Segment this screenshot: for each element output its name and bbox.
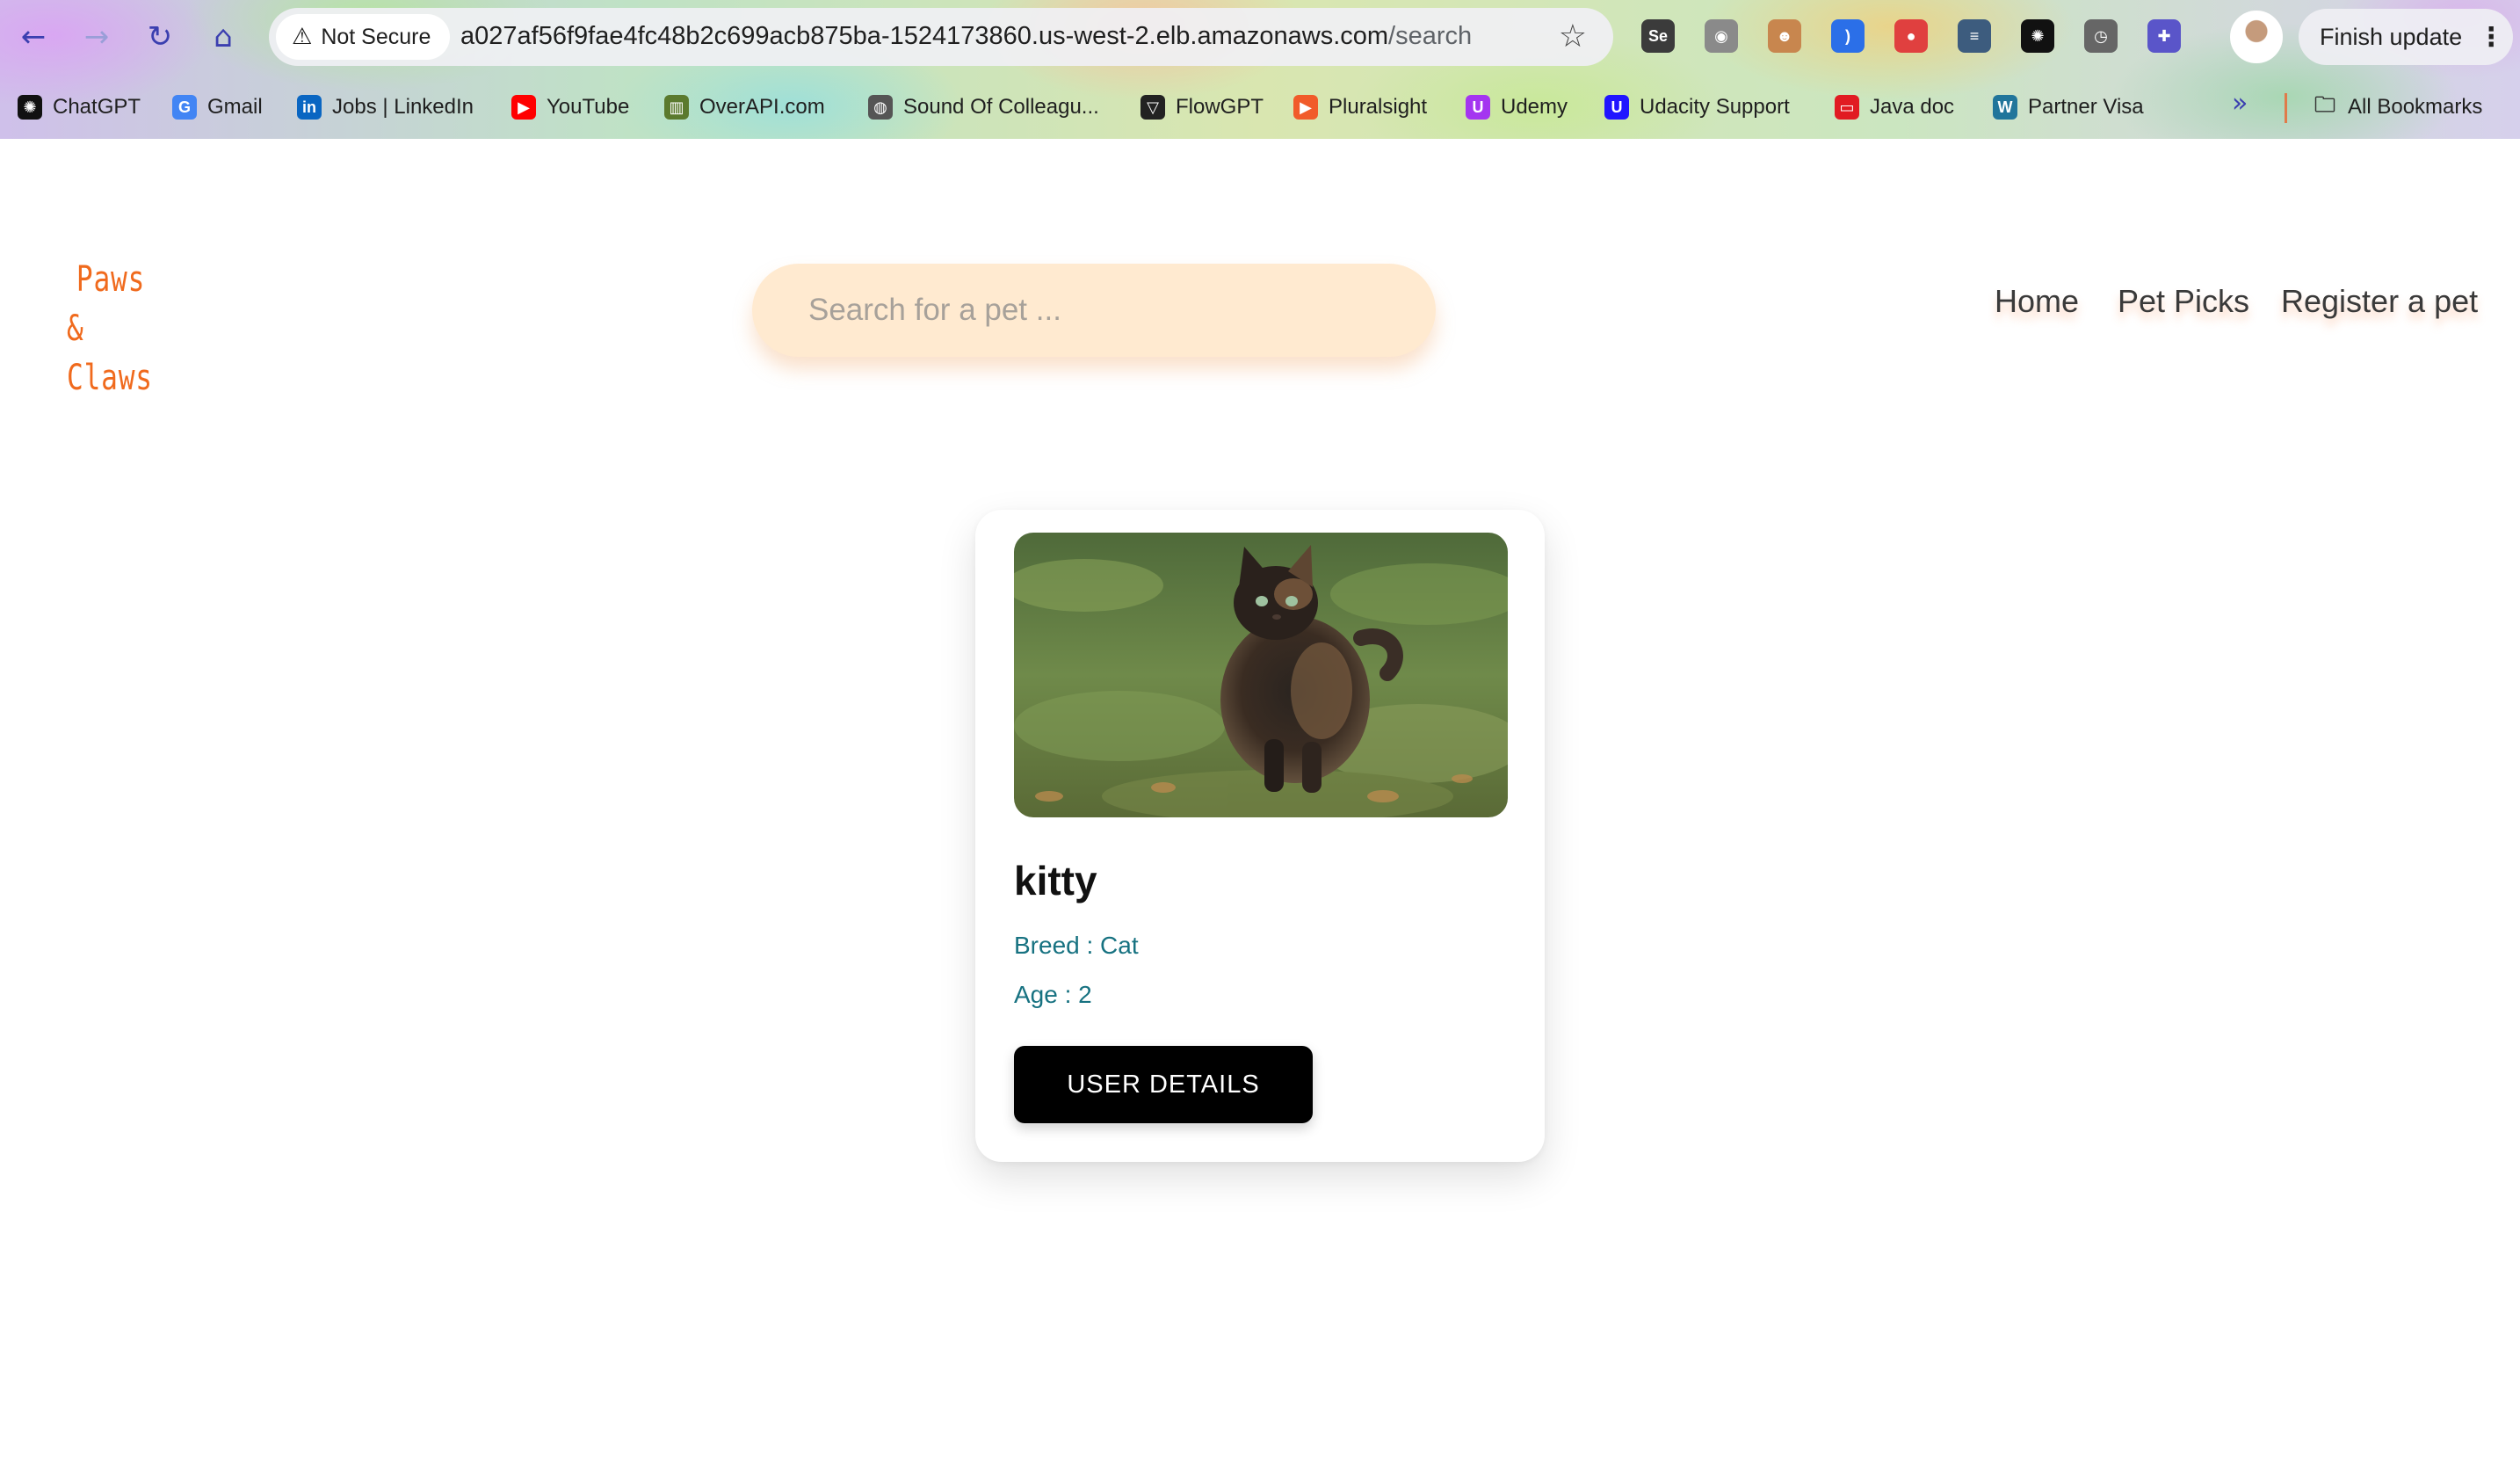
- bookmark-label: Gmail: [207, 95, 263, 119]
- youtube-icon: ▶: [511, 95, 536, 120]
- pet-card: kitty Breed : Cat Age : 2 USER DETAILS: [975, 510, 1545, 1162]
- pluralsight-icon: ▶: [1293, 95, 1318, 120]
- more-bookmarks-icon[interactable]: »: [2232, 88, 2248, 119]
- bookmarks-bar: ✺ ChatGPT G Gmail in Jobs | LinkedIn ▶ YouTube ▥…: [0, 79, 2520, 134]
- bookmark-item[interactable]: ▶ YouTube: [511, 91, 629, 123]
- address-bar[interactable]: ⚠ Not Secure a027af56f9fae4fc48b2c699acb…: [269, 8, 1613, 66]
- udacity-icon: U: [1604, 95, 1629, 120]
- bookmark-label: Java doc: [1870, 95, 1955, 119]
- user-details-button[interactable]: USER DETAILS: [1014, 1046, 1313, 1123]
- warning-icon: ⚠: [292, 24, 313, 50]
- bookmark-item[interactable]: W Partner Visa: [1993, 91, 2144, 123]
- bookmark-label: ChatGPT: [53, 95, 141, 119]
- nav-home-link[interactable]: Home: [1995, 283, 2079, 320]
- bookmark-label: Udemy: [1501, 95, 1568, 119]
- browser-chrome: ← → ↻ ⌂ ⚠ Not Secure a027af56f9fae4fc48b…: [0, 0, 2520, 139]
- bookmark-item[interactable]: U Udacity Support: [1604, 91, 1790, 123]
- bookmark-item[interactable]: ◍ Sound Of Colleagu...: [868, 91, 1099, 123]
- nav-pet-picks-link[interactable]: Pet Picks: [2118, 283, 2249, 320]
- bookmarks-divider: [2285, 93, 2287, 123]
- timer-extension-icon[interactable]: ◷: [2084, 19, 2118, 53]
- bookmark-item[interactable]: ✺ ChatGPT: [18, 91, 141, 123]
- pet-age: Age : 2: [1014, 981, 1092, 1008]
- globe-icon: ◍: [868, 95, 893, 120]
- openai-extension-icon[interactable]: ✺: [2021, 19, 2054, 53]
- pet-search-box: [752, 264, 1436, 357]
- bookmark-label: FlowGPT: [1176, 95, 1264, 119]
- linkedin-icon: in: [297, 95, 322, 120]
- url-host: a027af56f9fae4fc48b2c699acb875ba-1524173…: [460, 22, 1389, 50]
- bookmark-label: Partner Visa: [2028, 95, 2144, 119]
- url-path: /search: [1388, 22, 1473, 50]
- bookmark-item[interactable]: U Udemy: [1466, 91, 1568, 123]
- finish-update-label: Finish update: [2320, 23, 2463, 50]
- pet-search-input[interactable]: [752, 264, 1436, 357]
- bookmark-item[interactable]: ▽ FlowGPT: [1141, 91, 1264, 123]
- site-logo[interactable]: Paws & Claws: [67, 255, 163, 403]
- chatgpt-icon: ✺: [18, 95, 42, 120]
- google-icon: G: [172, 95, 197, 120]
- bookmark-item[interactable]: G Gmail: [172, 91, 263, 123]
- color-extension-icon[interactable]: ●: [1894, 19, 1928, 53]
- bookmark-label: OverAPI.com: [699, 95, 825, 119]
- forward-arrow-icon[interactable]: →: [76, 16, 118, 58]
- logo-line-2: & Claws: [67, 308, 153, 398]
- bookmark-star-icon[interactable]: ☆: [1559, 18, 1587, 54]
- bookmark-item[interactable]: ▶ Pluralsight: [1293, 91, 1427, 123]
- reload-icon[interactable]: ↻: [139, 16, 181, 58]
- puzzle-extensions-icon[interactable]: ✚: [2147, 19, 2181, 53]
- bookmark-label: Pluralsight: [1329, 95, 1428, 119]
- back-arrow-icon[interactable]: ←: [12, 16, 54, 58]
- bookmark-label: YouTube: [547, 95, 630, 119]
- camera-extension-icon[interactable]: ◉: [1705, 19, 1738, 53]
- folder-icon: 🗀: [2314, 91, 2335, 117]
- bookmark-label: Jobs | LinkedIn: [332, 95, 474, 119]
- bookmark-label: Udacity Support: [1640, 95, 1790, 119]
- mask-extension-icon[interactable]: ☻: [1768, 19, 1801, 53]
- selenium-extension-icon[interactable]: Se: [1641, 19, 1675, 53]
- pet-breed: Breed : Cat: [1014, 932, 1139, 959]
- udemy-icon: U: [1466, 95, 1490, 120]
- wordpress-icon: W: [1993, 95, 2017, 120]
- home-icon[interactable]: ⌂: [202, 16, 244, 58]
- logo-line-1: Paws: [76, 259, 146, 300]
- profile-avatar[interactable]: [2230, 11, 2283, 63]
- bookmark-item[interactable]: ▥ OverAPI.com: [664, 91, 825, 123]
- all-bookmarks-label: All Bookmarks: [2348, 95, 2483, 119]
- chat-extension-icon[interactable]: ≡: [1958, 19, 1991, 53]
- pet-photo: [1014, 533, 1508, 817]
- overapi-icon: ▥: [664, 95, 689, 120]
- security-label: Not Secure: [321, 24, 431, 49]
- url-text[interactable]: a027af56f9fae4fc48b2c699acb875ba-1524173…: [460, 22, 1472, 51]
- browser-toolbar: ← → ↻ ⌂ ⚠ Not Secure a027af56f9fae4fc48b…: [0, 0, 2520, 74]
- bookmark-label: Sound Of Colleagu...: [903, 95, 1099, 119]
- java-icon: ▭: [1835, 95, 1859, 120]
- security-chip[interactable]: ⚠ Not Secure: [276, 14, 450, 60]
- more-menu-icon: ⋮: [2478, 22, 2505, 52]
- nav-register-pet-link[interactable]: Register a pet: [2281, 283, 2478, 320]
- bookmark-item[interactable]: in Jobs | LinkedIn: [297, 91, 474, 123]
- flowgpt-icon: ▽: [1141, 95, 1165, 120]
- all-bookmarks-button[interactable]: 🗀 All Bookmarks: [2313, 91, 2482, 123]
- finish-update-button[interactable]: Finish update ⋮: [2299, 9, 2513, 65]
- bookmark-item[interactable]: ▭ Java doc: [1835, 91, 1954, 123]
- pet-name: kitty: [1014, 858, 1097, 904]
- voice-extension-icon[interactable]: ): [1831, 19, 1865, 53]
